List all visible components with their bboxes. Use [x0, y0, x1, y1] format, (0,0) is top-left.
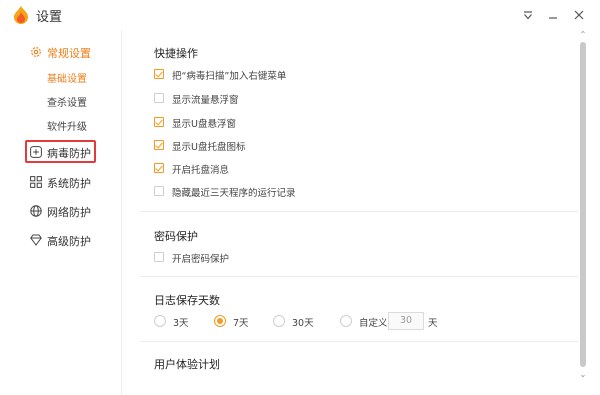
checkbox[interactable] — [154, 163, 164, 173]
radio-label: 7天 — [233, 318, 249, 329]
sidebar-item-label: 常规设置 — [47, 47, 91, 60]
option-label: 开启密码保护 — [172, 254, 230, 265]
radio-label: 3天 — [173, 318, 189, 329]
checkbox[interactable] — [154, 140, 164, 150]
sidebar-item-label: 系统防护 — [47, 177, 91, 190]
radio-button[interactable] — [214, 315, 226, 327]
radio-button[interactable] — [154, 315, 166, 327]
grid-icon — [30, 176, 42, 188]
sidebar-item-label: 网络防护 — [47, 206, 91, 219]
menu-dropdown-button[interactable] — [518, 5, 538, 25]
checkbox[interactable] — [154, 69, 164, 79]
sidebar-subitem-scan[interactable]: 查杀设置 — [47, 94, 87, 109]
custom-days-input[interactable]: 30 — [388, 312, 424, 330]
checkbox[interactable] — [154, 117, 164, 127]
divider — [140, 341, 578, 342]
radio-label: 自定义 — [359, 318, 388, 329]
section-title-quick: 快捷操作 — [154, 47, 198, 60]
option-label: 显示U盘悬浮窗 — [172, 119, 236, 130]
section-title-log-days: 日志保存天数 — [154, 294, 220, 307]
title-bar: 设置 — [0, 0, 600, 30]
section-title-experience: 用户体验计划 — [154, 358, 220, 371]
checkbox[interactable] — [154, 186, 164, 196]
sidebar-subitem-upgrade[interactable]: 软件升级 — [47, 118, 87, 133]
scroll-thumb[interactable] — [580, 42, 586, 367]
diamond-icon — [30, 234, 42, 246]
minimize-button[interactable] — [543, 5, 563, 25]
checkbox[interactable] — [154, 252, 164, 262]
sidebar-item-label: 病毒防护 — [47, 147, 91, 160]
minimize-icon — [549, 17, 557, 19]
sidebar-item-label: 高级防护 — [47, 235, 91, 248]
globe-icon — [30, 205, 42, 217]
option-label: 隐藏最近三天程序的运行记录 — [172, 188, 296, 199]
settings-content: 快捷操作 把“病毒扫描”加入右键菜单 显示流量悬浮窗 显示U盘悬浮窗 显示U盘托… — [122, 30, 578, 371]
close-button[interactable] — [569, 5, 589, 25]
option-label: 把“病毒扫描”加入右键菜单 — [172, 71, 287, 82]
option-label: 显示流量悬浮窗 — [172, 95, 239, 106]
divider — [140, 276, 578, 277]
scroll-down-arrow-icon[interactable]: ⌄ — [578, 370, 588, 380]
sidebar-subitem-basic[interactable]: 基础设置 — [47, 70, 87, 85]
option-label: 显示U盘托盘图标 — [172, 142, 246, 153]
scroll-up-arrow-icon[interactable]: ⌃ — [578, 30, 588, 40]
days-unit-label: 天 — [428, 318, 438, 329]
divider — [140, 211, 578, 212]
radio-button[interactable] — [273, 315, 285, 327]
checkbox[interactable] — [154, 93, 164, 103]
dropdown-menu-icon — [524, 11, 532, 20]
option-label: 开启托盘消息 — [172, 165, 230, 176]
window-title: 设置 — [36, 10, 63, 25]
app-logo-icon — [14, 6, 28, 24]
close-icon — [574, 10, 584, 20]
scrollbar[interactable]: ⌃ ⌄ — [578, 30, 588, 380]
gear-icon — [31, 47, 41, 57]
radio-button[interactable] — [340, 315, 352, 327]
section-title-password: 密码保护 — [154, 230, 198, 243]
plus-square-icon — [30, 146, 42, 158]
radio-label: 30天 — [292, 318, 314, 329]
